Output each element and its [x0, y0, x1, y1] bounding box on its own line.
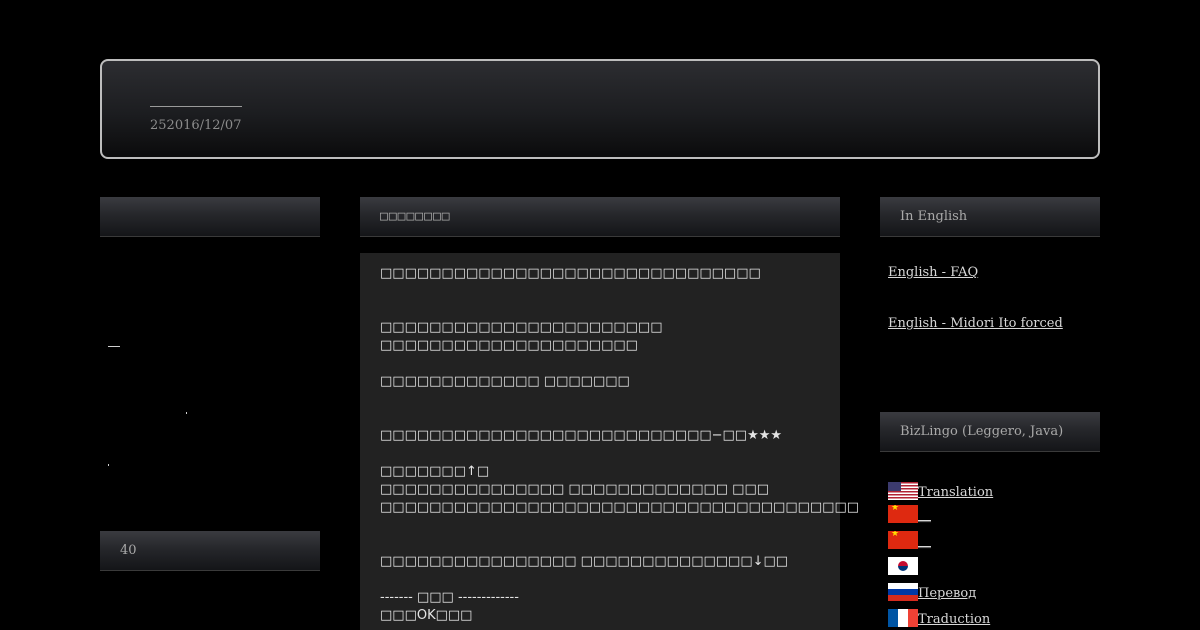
page: 252016/12/07 40 □□□□□□□□ □□□□□□□□□□□□□□□… [0, 0, 1200, 630]
kr-flag-icon [888, 557, 918, 575]
article-body: □□□□□□□□□□□□□□□□□□□□□□□□□□□□□□□ □□□□□□□□… [360, 253, 860, 630]
site-header: 252016/12/07 [100, 59, 1100, 159]
cn-flag-icon [888, 505, 918, 523]
lang-label[interactable]: __ [918, 509, 931, 523]
article-line: □□□□□□□□□□□□□□□□ □□□□□□□□□□□□□□↓□□ [380, 554, 789, 569]
article-line: □□□OK□□□ [380, 608, 473, 623]
left-sidebar-mark [186, 412, 187, 414]
lang-label[interactable]: Translation [918, 486, 993, 500]
left-sidebar-header [100, 197, 320, 237]
header-date: 252016/12/07 [150, 118, 242, 133]
article-line: ------- □□□ ------------- [380, 590, 519, 605]
left-sidebar-mark [108, 464, 109, 466]
article-line [380, 355, 820, 373]
english-faq-link[interactable]: English - FAQ [888, 265, 978, 280]
in-english-header: In English [880, 197, 1100, 237]
article-line [380, 571, 820, 589]
article-line: □□□□□□□□□□□□□□□ □□□□□□□□□□□□□ □□□ [380, 482, 770, 497]
article-line [380, 301, 820, 319]
english-midori-ito-link[interactable]: English - Midori Ito forced [888, 316, 1063, 331]
left-sidebar-count-header: 40 [100, 531, 320, 571]
article-line [380, 283, 820, 301]
article-line [380, 445, 820, 463]
lang-label[interactable]: __ [918, 535, 931, 549]
article-line: □□□□□□□□□□□□□□□□□□□□□□□□□□□□□□□□□□□□□□□ [380, 500, 860, 515]
cn-flag-icon [888, 531, 918, 549]
article-line [380, 391, 820, 409]
article-line: □□□□□□□□□□□□□ □□□□□□□ [380, 374, 630, 389]
article-line: □□□□□□□↑□ [380, 464, 490, 479]
article-title: □□□□□□□□ [360, 197, 840, 237]
article-line [380, 535, 820, 553]
article-line [380, 409, 820, 427]
us-flag-icon [888, 482, 918, 500]
lang-link-french[interactable]: Traduction [888, 605, 990, 627]
fr-flag-icon [888, 609, 918, 627]
article-line: □□□□□□□□□□□□□□□□□□□□□□□□□□□−□□★★★ [380, 428, 783, 443]
left-sidebar-dash [108, 346, 120, 347]
lang-link-korean[interactable] [888, 553, 918, 575]
header-title-underline [150, 106, 242, 107]
article-line: □□□□□□□□□□□□□□□□□□□□□□□ [380, 320, 663, 335]
bizlingo-header: BizLingo (Leggero, Java) [880, 412, 1100, 452]
lang-label[interactable]: Traduction [918, 613, 990, 627]
article-line: □□□□□□□□□□□□□□□□□□□□□ [380, 338, 638, 353]
lang-link-russian[interactable]: Перевод [888, 579, 976, 601]
lang-link-chinese[interactable]: __ [888, 501, 931, 523]
lang-link-chinese-2[interactable]: __ [888, 527, 931, 549]
ru-flag-icon [888, 583, 918, 601]
lang-link-english[interactable]: Translation [888, 478, 993, 500]
article-line: □□□□□□□□□□□□□□□□□□□□□□□□□□□□□□□ [380, 266, 761, 281]
lang-label[interactable]: Перевод [918, 587, 976, 601]
article-line [380, 517, 820, 535]
